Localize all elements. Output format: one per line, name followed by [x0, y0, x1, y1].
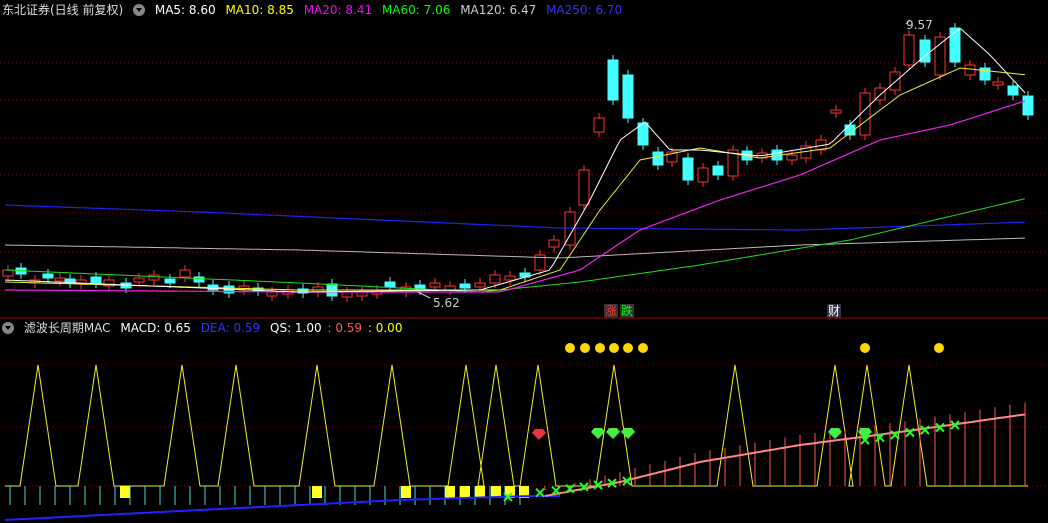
candle-body — [193, 276, 205, 283]
candle-body — [90, 276, 102, 284]
candle-body — [148, 274, 160, 281]
event-tag-zhang[interactable]: 涨 — [604, 304, 619, 318]
ma5-line — [4, 28, 1026, 293]
signal-dot — [860, 343, 870, 353]
signal-dot — [934, 343, 944, 353]
candle-body — [992, 81, 1004, 86]
candle-body — [593, 117, 605, 133]
event-tag-cai[interactable]: 财 — [827, 304, 842, 318]
candle-body — [42, 273, 54, 279]
candle-body — [504, 275, 516, 281]
candle-body — [266, 291, 278, 297]
candle-body — [697, 167, 709, 183]
main-chart-header: 东北证券(日线 前复权) MA5: 8.60 MA10: 8.85 MA20: … — [2, 1, 628, 19]
ma250-line — [4, 204, 1026, 231]
low-price-label: 5.62 — [433, 296, 460, 310]
candle-body — [830, 109, 842, 114]
candle-body — [1022, 95, 1034, 116]
ma250-value: MA250: 6.70 — [546, 3, 623, 17]
candle-body — [964, 64, 976, 76]
candle-body — [384, 281, 396, 288]
candle-body — [164, 278, 176, 284]
signal-block — [475, 486, 485, 498]
event-tag-die[interactable]: 跌 — [620, 304, 635, 318]
chevron-down-icon[interactable] — [133, 4, 146, 16]
signal-dot — [580, 343, 590, 353]
signal-dot — [595, 343, 605, 353]
candle-body — [341, 291, 353, 298]
kline-chart[interactable] — [0, 0, 1048, 523]
dea-value: DEA: 0.59 — [200, 321, 261, 335]
signal-dot — [623, 343, 633, 353]
qs-value: QS: 1.00 — [270, 321, 322, 335]
high-price-label: 9.57 — [906, 18, 933, 32]
candle-body — [54, 277, 66, 282]
signal-block — [460, 486, 470, 498]
candle-body — [1007, 85, 1019, 96]
ma120-value: MA120: 6.47 — [460, 3, 537, 17]
candle-body — [179, 269, 191, 278]
dea-line — [4, 495, 560, 521]
signal-block — [120, 486, 130, 498]
candle-body — [548, 239, 560, 248]
candle-body — [712, 165, 724, 176]
chevron-down-icon[interactable] — [2, 322, 14, 334]
candle-body — [133, 277, 145, 283]
signal-dot — [565, 343, 575, 353]
ma60-value: MA60: 7.06 — [381, 3, 451, 17]
green-diamond-icon — [606, 428, 620, 439]
candle-body — [607, 59, 619, 101]
candle-body — [682, 157, 694, 181]
candle-body — [444, 285, 456, 291]
candle-body — [474, 282, 486, 288]
candle-body — [2, 269, 14, 277]
candle-body — [578, 169, 590, 206]
ma20-value: MA20: 8.41 — [303, 3, 373, 17]
ma5-value: MA5: 8.60 — [154, 3, 216, 17]
signal-dot — [609, 343, 619, 353]
candle-body — [652, 151, 664, 166]
value-4: : 0.59 — [327, 321, 363, 335]
candle-body — [859, 92, 871, 136]
signal-block — [445, 486, 455, 498]
ma10-value: MA10: 8.85 — [225, 3, 294, 17]
candle-body — [786, 154, 798, 161]
value-5: : 0.00 — [367, 321, 403, 335]
candle-body — [934, 36, 946, 76]
candle-body — [949, 27, 961, 63]
indicator-name: 滤波长周期MAC — [23, 321, 111, 335]
candle-body — [889, 71, 901, 91]
red-diamond-icon — [532, 429, 546, 440]
signal-block — [312, 486, 322, 498]
green-diamond-icon — [621, 428, 635, 439]
signal-dot — [638, 343, 648, 353]
macd-value: MACD: 0.65 — [120, 321, 191, 335]
security-title: 东北证券(日线 前复权) — [2, 3, 124, 17]
signal-block — [401, 486, 411, 498]
ma20-line — [5, 100, 1026, 293]
ma120-line — [4, 237, 1026, 259]
candle-body — [903, 34, 915, 66]
candle-body — [429, 282, 441, 288]
candle-body — [459, 283, 471, 289]
candle-body — [622, 74, 634, 119]
candle-body — [489, 274, 501, 284]
indicator-header: 滤波长周期MAC MACD: 0.65 DEA: 0.59 QS: 1.00 :… — [2, 319, 408, 337]
